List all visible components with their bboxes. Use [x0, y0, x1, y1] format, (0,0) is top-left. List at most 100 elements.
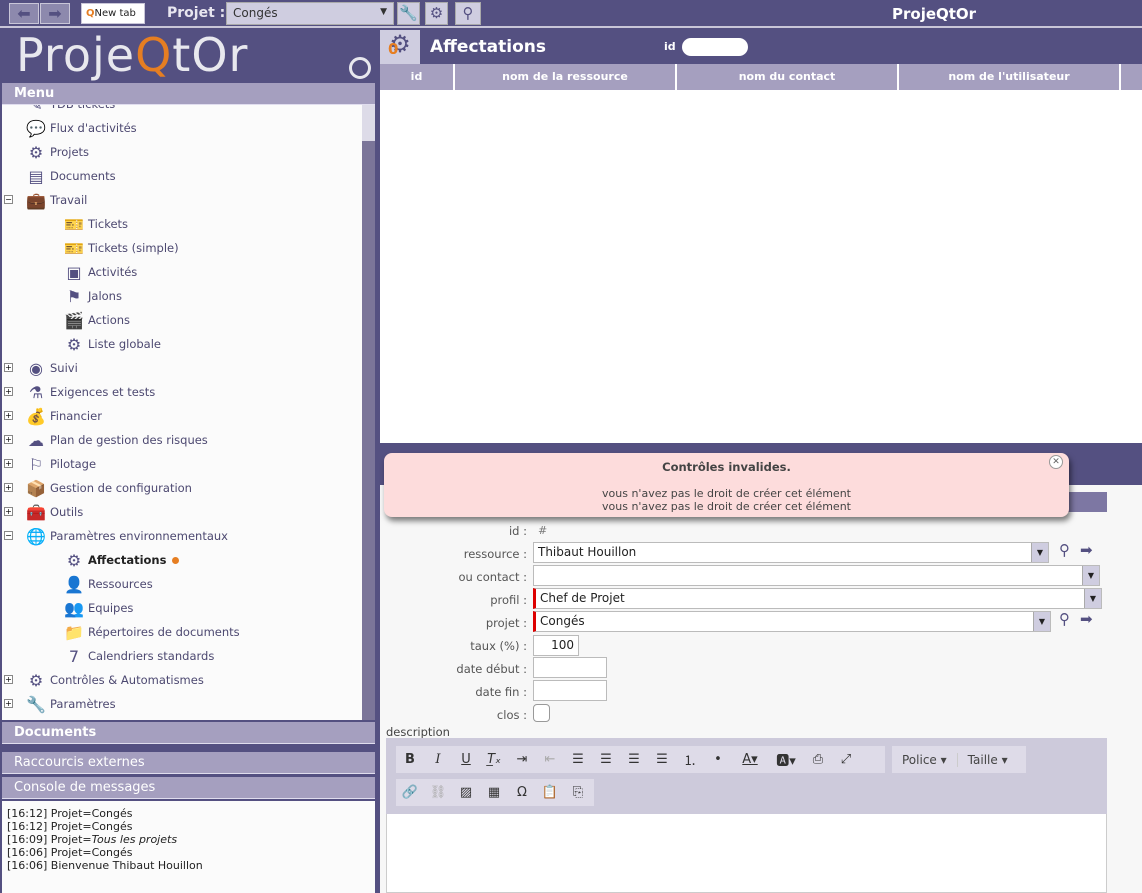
- menu-item[interactable]: 👥 Equipes: [62, 596, 133, 620]
- expand-toggle-icon[interactable]: +: [4, 507, 13, 516]
- remove-format-icon[interactable]: T̲ₓ: [480, 752, 508, 767]
- forward-arrow-icon[interactable]: ➡: [40, 3, 70, 24]
- project-field-select[interactable]: Congés ▼: [533, 611, 1051, 632]
- close-icon[interactable]: ✕: [1049, 455, 1063, 469]
- expand-toggle-icon[interactable]: +: [4, 387, 13, 396]
- background-color-icon[interactable]: 🅰▾: [768, 750, 804, 769]
- menu-item-label: Documents: [50, 169, 116, 183]
- print-icon[interactable]: ⎙: [804, 752, 832, 767]
- align-left-icon[interactable]: ☰: [564, 752, 592, 767]
- text-color-icon[interactable]: A▾: [732, 752, 768, 767]
- bold-icon[interactable]: B: [396, 752, 424, 767]
- id-filter-input[interactable]: [682, 38, 748, 56]
- start-date-input[interactable]: [533, 657, 607, 678]
- link-icon[interactable]: 🔗: [396, 785, 424, 800]
- menu-item[interactable]: + 📦 Gestion de configuration: [4, 476, 192, 500]
- menu-item[interactable]: + ⚙ Contrôles & Automatismes: [4, 668, 204, 692]
- table-icon[interactable]: ▦: [480, 785, 508, 800]
- menu-item[interactable]: ▣ Activités: [62, 260, 137, 284]
- menu-item[interactable]: ⚑ Jalons: [62, 284, 122, 308]
- menu-scrollbar[interactable]: [362, 105, 375, 720]
- outdent-icon[interactable]: ⇤: [536, 752, 564, 767]
- column-contact[interactable]: nom du contact: [677, 64, 899, 90]
- message-console-header[interactable]: Console de messages: [2, 777, 375, 799]
- search-icon[interactable]: ⚲: [1059, 541, 1070, 559]
- expand-toggle-icon[interactable]: −: [4, 195, 13, 204]
- expand-toggle-icon[interactable]: +: [4, 699, 13, 708]
- chevron-down-icon[interactable]: ▼: [1033, 612, 1050, 631]
- external-shortcuts-header[interactable]: Raccourcis externes: [2, 752, 375, 774]
- gear-icon[interactable]: ⚙: [425, 2, 448, 25]
- back-arrow-icon[interactable]: ⬅: [9, 3, 39, 24]
- menu-item[interactable]: ✎TDB tickets: [24, 105, 115, 116]
- resource-select[interactable]: Thibaut Houillon ▼: [533, 542, 1049, 563]
- project-select[interactable]: Congés ▼: [226, 2, 394, 25]
- column-resource[interactable]: nom de la ressource: [455, 64, 677, 90]
- underline-icon[interactable]: U: [452, 752, 480, 767]
- menu-item[interactable]: ⚙ Projets: [24, 140, 89, 164]
- goto-arrow-icon[interactable]: ➡: [1080, 610, 1093, 628]
- menu-item[interactable]: 7 Calendriers standards: [62, 644, 214, 668]
- menu-item[interactable]: ▤ Documents: [24, 164, 116, 188]
- profile-select[interactable]: Chef de Projet ▼: [533, 588, 1102, 609]
- menu-item[interactable]: − 🌐 Paramètres environnementaux: [4, 524, 228, 548]
- menu-item[interactable]: + ◉ Suivi: [4, 356, 78, 380]
- expand-toggle-icon[interactable]: +: [4, 363, 13, 372]
- menu-item[interactable]: + ⚗ Exigences et tests: [4, 380, 155, 404]
- chevron-down-icon[interactable]: ▼: [1082, 566, 1099, 585]
- bullet-list-icon[interactable]: •: [704, 752, 732, 767]
- image-icon[interactable]: ▨: [452, 785, 480, 800]
- documents-header[interactable]: Documents: [2, 722, 375, 744]
- search-icon[interactable]: ⚲: [1059, 610, 1070, 628]
- maximize-icon[interactable]: ⤢: [832, 752, 860, 767]
- column-user[interactable]: nom de l'utilisateur: [899, 64, 1121, 90]
- menu-item[interactable]: 💬 Flux d'activités: [24, 116, 137, 140]
- menu-item[interactable]: + ⚐ Pilotage: [4, 452, 96, 476]
- size-dropdown[interactable]: Taille ▾: [956, 752, 1018, 767]
- numbered-list-icon[interactable]: ⒈: [676, 750, 704, 769]
- chevron-down-icon[interactable]: ▼: [1084, 589, 1101, 608]
- closed-checkbox[interactable]: [533, 704, 550, 722]
- menu-item[interactable]: + ☁ Plan de gestion des risques: [4, 428, 208, 452]
- menu-item[interactable]: 🎫 Tickets (simple): [62, 236, 179, 260]
- help-lifebuoy-icon[interactable]: [349, 57, 371, 79]
- wrench-icon[interactable]: 🔧: [397, 2, 420, 25]
- menu-item[interactable]: 🎫 Tickets: [62, 212, 128, 236]
- indent-icon[interactable]: ⇥: [508, 752, 536, 767]
- menu-item[interactable]: 🎬 Actions: [62, 308, 130, 332]
- menu-item[interactable]: + 🧰 Outils: [4, 500, 83, 524]
- italic-icon[interactable]: I: [424, 752, 452, 767]
- expand-toggle-icon[interactable]: +: [4, 483, 13, 492]
- align-right-icon[interactable]: ☰: [620, 752, 648, 767]
- expand-toggle-icon[interactable]: −: [4, 531, 13, 540]
- menu-item[interactable]: − 💼 Travail: [4, 188, 87, 212]
- search-icon[interactable]: ⚲: [455, 2, 481, 25]
- scrollbar-thumb[interactable]: [362, 105, 375, 141]
- menu-header[interactable]: Menu: [2, 83, 375, 105]
- font-dropdown[interactable]: Police ▾: [892, 753, 957, 767]
- chevron-down-icon[interactable]: ▼: [1031, 543, 1048, 562]
- align-center-icon[interactable]: ☰: [592, 752, 620, 767]
- expand-toggle-icon[interactable]: +: [4, 435, 13, 444]
- panel-splitter[interactable]: [2, 745, 375, 751]
- contact-select[interactable]: ▼: [533, 565, 1100, 586]
- expand-toggle-icon[interactable]: +: [4, 459, 13, 468]
- menu-item[interactable]: + 💰 Financier: [4, 404, 102, 428]
- special-char-icon[interactable]: Ω: [508, 785, 536, 800]
- paste-word-icon[interactable]: 📋: [536, 785, 564, 800]
- menu-item[interactable]: + 🔧 Paramètres: [4, 692, 116, 716]
- menu-item[interactable]: ⚙ Affectations: [62, 548, 180, 572]
- menu-item[interactable]: 📁 Répertoires de documents: [62, 620, 240, 644]
- column-id[interactable]: id: [380, 64, 455, 90]
- new-tab-button[interactable]: QNew tab: [81, 3, 145, 24]
- expand-toggle-icon[interactable]: +: [4, 675, 13, 684]
- expand-toggle-icon[interactable]: +: [4, 411, 13, 420]
- menu-item[interactable]: 👤 Ressources: [62, 572, 153, 596]
- end-date-input[interactable]: [533, 680, 607, 701]
- source-icon[interactable]: ⎘: [564, 785, 592, 800]
- unlink-icon[interactable]: ⛓: [424, 785, 452, 800]
- justify-icon[interactable]: ☰: [648, 752, 676, 767]
- rate-input[interactable]: 100: [533, 635, 579, 656]
- menu-item[interactable]: ⚙ Liste globale: [62, 332, 161, 356]
- goto-arrow-icon[interactable]: ➡: [1080, 541, 1093, 559]
